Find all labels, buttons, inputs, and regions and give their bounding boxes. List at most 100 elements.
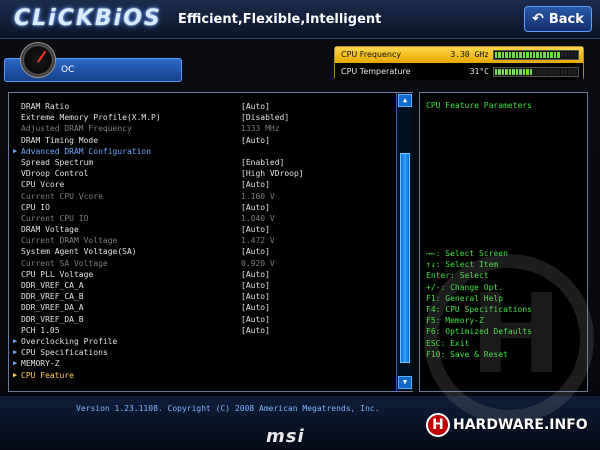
setting-label: CPU PLL Voltage	[21, 269, 94, 279]
meter-segment	[529, 69, 532, 75]
setting-row[interactable]: CPU PLL Voltage [Auto]	[13, 269, 398, 280]
meter-segment	[543, 69, 546, 75]
setting-label: Adjusted DRAM Frequency	[21, 124, 132, 134]
speedometer-icon	[20, 42, 56, 78]
back-arrow-icon: ↶	[532, 11, 544, 27]
setting-value: [Auto]	[241, 292, 270, 302]
cpu-temperature-row: CPU Temperature 31°C	[335, 64, 583, 80]
setting-value: 1333 MHz	[241, 124, 280, 134]
meter-segment	[501, 69, 505, 75]
setting-row[interactable]: DRAM Voltage [Auto]	[13, 224, 398, 235]
msi-logo: msi	[266, 426, 305, 447]
setting-label: DDR_VREF_CA_A	[21, 281, 84, 290]
meter-segment	[574, 52, 577, 58]
meter-segment	[532, 69, 536, 75]
setting-value: [Auto]	[241, 269, 270, 279]
setting-label: MEMORY-Z	[21, 359, 60, 369]
meter-segment	[515, 52, 519, 58]
meter-segment	[567, 69, 570, 75]
scroll-up-button[interactable]: ▲	[398, 94, 412, 107]
meter-segment	[560, 52, 564, 58]
settings-panel: DRAM Ratio [Auto] Extreme Memory Profile(X…	[8, 92, 413, 392]
back-button[interactable]: ↶ Back	[524, 6, 592, 32]
triangle-right-icon: ▶	[13, 370, 18, 379]
meter-segment	[505, 69, 508, 75]
setting-row[interactable]: CPU IO [Auto]	[13, 202, 398, 213]
setting-row[interactable]: DRAM Timing Mode [Auto]	[13, 135, 398, 146]
meter-segment	[546, 69, 550, 75]
setting-row[interactable]: System Agent Voltage(SA) [Auto]	[13, 246, 398, 257]
setting-label: CPU IO	[21, 202, 50, 212]
setting-row[interactable]: Extreme Memory Profile(X.M.P) [Disabled]	[13, 112, 398, 123]
cpu-frequency-value: 3.30 GHz	[450, 50, 489, 59]
setting-row[interactable]: Spread Spectrum [Enabled]	[13, 157, 398, 168]
setting-row[interactable]: DDR_VREF_CA_A [Auto]	[13, 280, 398, 291]
scrollbar[interactable]: ▲ ▼	[396, 93, 413, 391]
meter-segment	[550, 69, 553, 75]
scroll-thumb[interactable]	[400, 153, 410, 363]
setting-label: Current DRAM Voltage	[21, 236, 118, 246]
setting-row[interactable]: ▶ CPU Specifications	[13, 347, 398, 358]
meter-segment	[543, 52, 546, 58]
cpu-temperature-label: CPU Temperature	[341, 67, 411, 76]
setting-row: Current CPU IO 1.040 V	[13, 213, 398, 224]
meter-segment	[539, 69, 543, 75]
setting-label: DDR_VREF_DA_B	[21, 314, 84, 324]
meter-segment	[508, 69, 512, 75]
top-header: CLiCKBiOS Efficient,Flexible,Intelligent…	[0, 0, 600, 39]
setting-label: Current CPU Vcore	[21, 191, 103, 201]
meter-segment	[512, 69, 515, 75]
meter-segment	[498, 52, 501, 58]
status-panel: CPU Frequency 3.30 GHz CPU Temperature 3…	[334, 46, 584, 80]
setting-value: [Auto]	[241, 135, 270, 145]
setting-label: CPU Feature	[21, 370, 74, 380]
hardware-info-h-icon: H	[426, 413, 450, 437]
triangle-down-icon: ▼	[402, 378, 408, 386]
hardware-info-watermark: H HARDWARE.INFO	[426, 412, 592, 438]
setting-label: CPU Vcore	[21, 180, 65, 190]
setting-label: DDR_VREF_CA_B	[21, 292, 84, 302]
setting-label: Current SA Voltage	[21, 258, 108, 268]
meter-segment	[564, 69, 567, 75]
setting-value: [Auto]	[241, 225, 270, 235]
setting-label: DRAM Ratio	[21, 102, 70, 111]
meter-segment	[550, 52, 553, 58]
setting-value: [Auto]	[241, 325, 270, 335]
meter-segment	[515, 69, 519, 75]
back-label: Back	[548, 11, 584, 27]
setting-value: [Disabled]	[241, 113, 290, 123]
setting-row[interactable]: PCH 1.05 [Auto]	[13, 325, 398, 336]
setting-row[interactable]: CPU Vcore [Auto]	[13, 179, 398, 190]
setting-label: DRAM Timing Mode	[21, 135, 99, 145]
tagline: Efficient,Flexible,Intelligent	[178, 12, 382, 27]
meter-segment	[553, 69, 557, 75]
setting-label: Current CPU IO	[21, 213, 89, 223]
meter-segment	[536, 52, 539, 58]
meter-segment	[536, 69, 539, 75]
setting-row[interactable]: DDR_VREF_CA_B [Auto]	[13, 291, 398, 302]
setting-value: [Auto]	[241, 281, 270, 290]
help-title: CPU Feature Parameters	[426, 101, 532, 110]
setting-label: Advanced DRAM Configuration	[21, 146, 152, 156]
setting-label: PCH 1.05	[21, 325, 60, 335]
setting-row[interactable]: DDR_VREF_DA_B [Auto]	[13, 314, 398, 325]
setting-row[interactable]: ▶ CPU Feature	[13, 370, 398, 381]
meter-segment	[495, 52, 498, 58]
setting-label: Spread Spectrum	[21, 157, 94, 167]
meter-segment	[546, 52, 550, 58]
meter-segment	[570, 69, 574, 75]
clickbios-logo: CLiCKBiOS	[14, 6, 162, 31]
setting-row[interactable]: ▶ Overclocking Profile	[13, 336, 398, 347]
setting-row[interactable]: DRAM Ratio [Auto]	[13, 101, 398, 112]
meter-segment	[522, 69, 526, 75]
scroll-down-button[interactable]: ▼	[398, 376, 412, 389]
setting-row[interactable]: ▶ Advanced DRAM Configuration	[13, 146, 398, 157]
setting-value: 1.040 V	[241, 213, 275, 223]
setting-label: Extreme Memory Profile(X.M.P)	[21, 113, 161, 123]
meter-segment	[512, 52, 515, 58]
meter-segment	[570, 52, 574, 58]
setting-label: DRAM Voltage	[21, 225, 79, 235]
setting-row[interactable]: ▶ MEMORY-Z	[13, 358, 398, 369]
setting-row[interactable]: DDR_VREF_DA_A [Auto]	[13, 302, 398, 313]
setting-row[interactable]: VDroop Control [High VDroop]	[13, 168, 398, 179]
